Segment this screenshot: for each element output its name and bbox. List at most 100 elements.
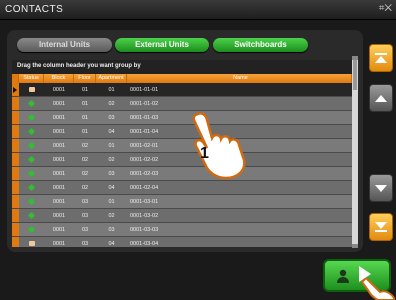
status-cell	[19, 139, 44, 152]
header-indicator	[12, 74, 19, 83]
floor-cell: 01	[81, 115, 89, 121]
row-indicator	[12, 83, 19, 96]
grid-rows: 0001 01 01 0001-01-01 0001 01 02 0001-01-02 0001…	[12, 83, 357, 247]
table-row[interactable]: 0001 01 03 0001-01-03	[12, 111, 357, 125]
column-header-name[interactable]: Name	[127, 74, 352, 83]
scroll-thumb[interactable]	[353, 60, 357, 90]
floor-cell: 02	[81, 143, 89, 149]
column-header-floor[interactable]: Floor	[74, 74, 96, 83]
row-indicator	[12, 125, 19, 138]
name-cell: 0001-01-02	[130, 101, 159, 107]
page-last-button[interactable]	[369, 213, 393, 241]
group-by-hint: Drag the column header you want group by	[12, 60, 357, 74]
status-online-icon	[27, 113, 36, 122]
grid-scrollbar[interactable]	[352, 56, 358, 248]
floor-cell: 01	[81, 87, 89, 93]
name-cell: 0001-02-04	[130, 185, 159, 191]
table-row[interactable]: 0001 02 03 0001-02-03	[12, 167, 357, 181]
status-online-icon	[27, 183, 36, 192]
floor-cell: 03	[81, 227, 89, 233]
status-busy-icon	[28, 87, 35, 92]
row-indicator	[12, 139, 19, 152]
table-row[interactable]: 0001 03 01 0001-03-01	[12, 195, 357, 209]
row-indicator	[12, 153, 19, 166]
table-row[interactable]: 0001 03 04 0001-03-04	[12, 237, 357, 247]
apartment-cell: 03	[108, 227, 115, 233]
block-cell: 0001	[52, 199, 66, 205]
status-cell	[19, 237, 44, 247]
up-arrow-icon	[375, 94, 387, 102]
floor-cell: 02	[81, 157, 89, 163]
row-indicator	[12, 195, 19, 208]
floor-cell: 03	[81, 199, 89, 205]
minimize-icon[interactable]: ⌗✕	[379, 3, 392, 14]
status-online-icon	[27, 141, 36, 150]
table-row[interactable]: 0001 02 02 0001-02-02	[12, 153, 357, 167]
tap-hand-small-icon	[360, 278, 395, 300]
row-indicator	[12, 237, 19, 247]
apartment-cell: 02	[108, 213, 115, 219]
first-icon	[375, 53, 387, 63]
title-bar: CONTACTS ⌗✕	[0, 0, 396, 20]
floor-cell: 02	[81, 171, 89, 177]
block-cell: 0001	[52, 241, 66, 247]
row-indicator	[12, 111, 19, 124]
table-row[interactable]: 0001 03 02 0001-03-02	[12, 209, 357, 223]
name-cell: 0001-03-01	[130, 199, 159, 205]
status-cell	[19, 153, 44, 166]
row-indicator	[12, 209, 19, 222]
block-cell: 0001	[52, 87, 66, 93]
contacts-grid: Drag the column header you want group by…	[12, 60, 357, 247]
status-cell	[19, 111, 44, 124]
floor-cell: 03	[81, 241, 89, 247]
block-cell: 0001	[52, 227, 66, 233]
callout-number: 1	[200, 145, 209, 162]
status-online-icon	[27, 169, 36, 178]
block-cell: 0001	[52, 129, 66, 135]
status-online-icon	[27, 127, 36, 136]
column-header-block[interactable]: Block	[44, 74, 74, 83]
page-down-button[interactable]	[369, 174, 393, 202]
column-header-status[interactable]: Status	[19, 74, 44, 83]
table-row[interactable]: 0001 01 04 0001-01-04	[12, 125, 357, 139]
tab-switchboards[interactable]: Switchboards	[213, 38, 308, 52]
status-cell	[19, 195, 44, 208]
block-cell: 0001	[52, 185, 66, 191]
page-up-button[interactable]	[369, 84, 393, 112]
block-cell: 0001	[52, 157, 66, 163]
page-first-button[interactable]	[369, 44, 393, 72]
status-online-icon	[27, 155, 36, 164]
table-row[interactable]: 0001 02 01 0001-02-01	[12, 139, 357, 153]
row-indicator	[12, 97, 19, 110]
status-cell	[19, 125, 44, 138]
table-row[interactable]: 0001 02 04 0001-02-04	[12, 181, 357, 195]
floor-cell: 03	[81, 213, 89, 219]
scroll-down-arrow[interactable]	[352, 244, 358, 248]
apartment-cell: 04	[108, 241, 115, 247]
apartment-cell: 01	[108, 87, 115, 93]
apartment-cell: 02	[108, 157, 115, 163]
window-title: CONTACTS	[5, 4, 64, 15]
floor-cell: 02	[81, 185, 89, 191]
name-cell: 0001-01-01	[130, 87, 159, 93]
block-cell: 0001	[52, 143, 66, 149]
tab-internal-units[interactable]: Internal Units	[17, 38, 112, 52]
status-online-icon	[27, 99, 36, 108]
person-icon	[337, 269, 349, 283]
block-cell: 0001	[52, 171, 66, 177]
column-header-apartment[interactable]: Apartment	[96, 74, 127, 83]
status-cell	[19, 167, 44, 180]
block-cell: 0001	[52, 213, 66, 219]
apartment-cell: 01	[108, 143, 115, 149]
table-row[interactable]: 0001 01 01 0001-01-01	[12, 83, 357, 97]
floor-cell: 01	[81, 129, 89, 135]
last-icon	[375, 222, 387, 232]
apartment-cell: 04	[108, 129, 115, 135]
table-row[interactable]: 0001 01 02 0001-01-02	[12, 97, 357, 111]
tap-hand-icon	[192, 112, 246, 180]
tab-external-units[interactable]: External Units	[115, 38, 209, 52]
block-cell: 0001	[52, 101, 66, 107]
grid-header: Status Block Floor Apartment Name	[12, 74, 357, 83]
table-row[interactable]: 0001 03 03 0001-03-03	[12, 223, 357, 237]
status-cell	[19, 209, 44, 222]
